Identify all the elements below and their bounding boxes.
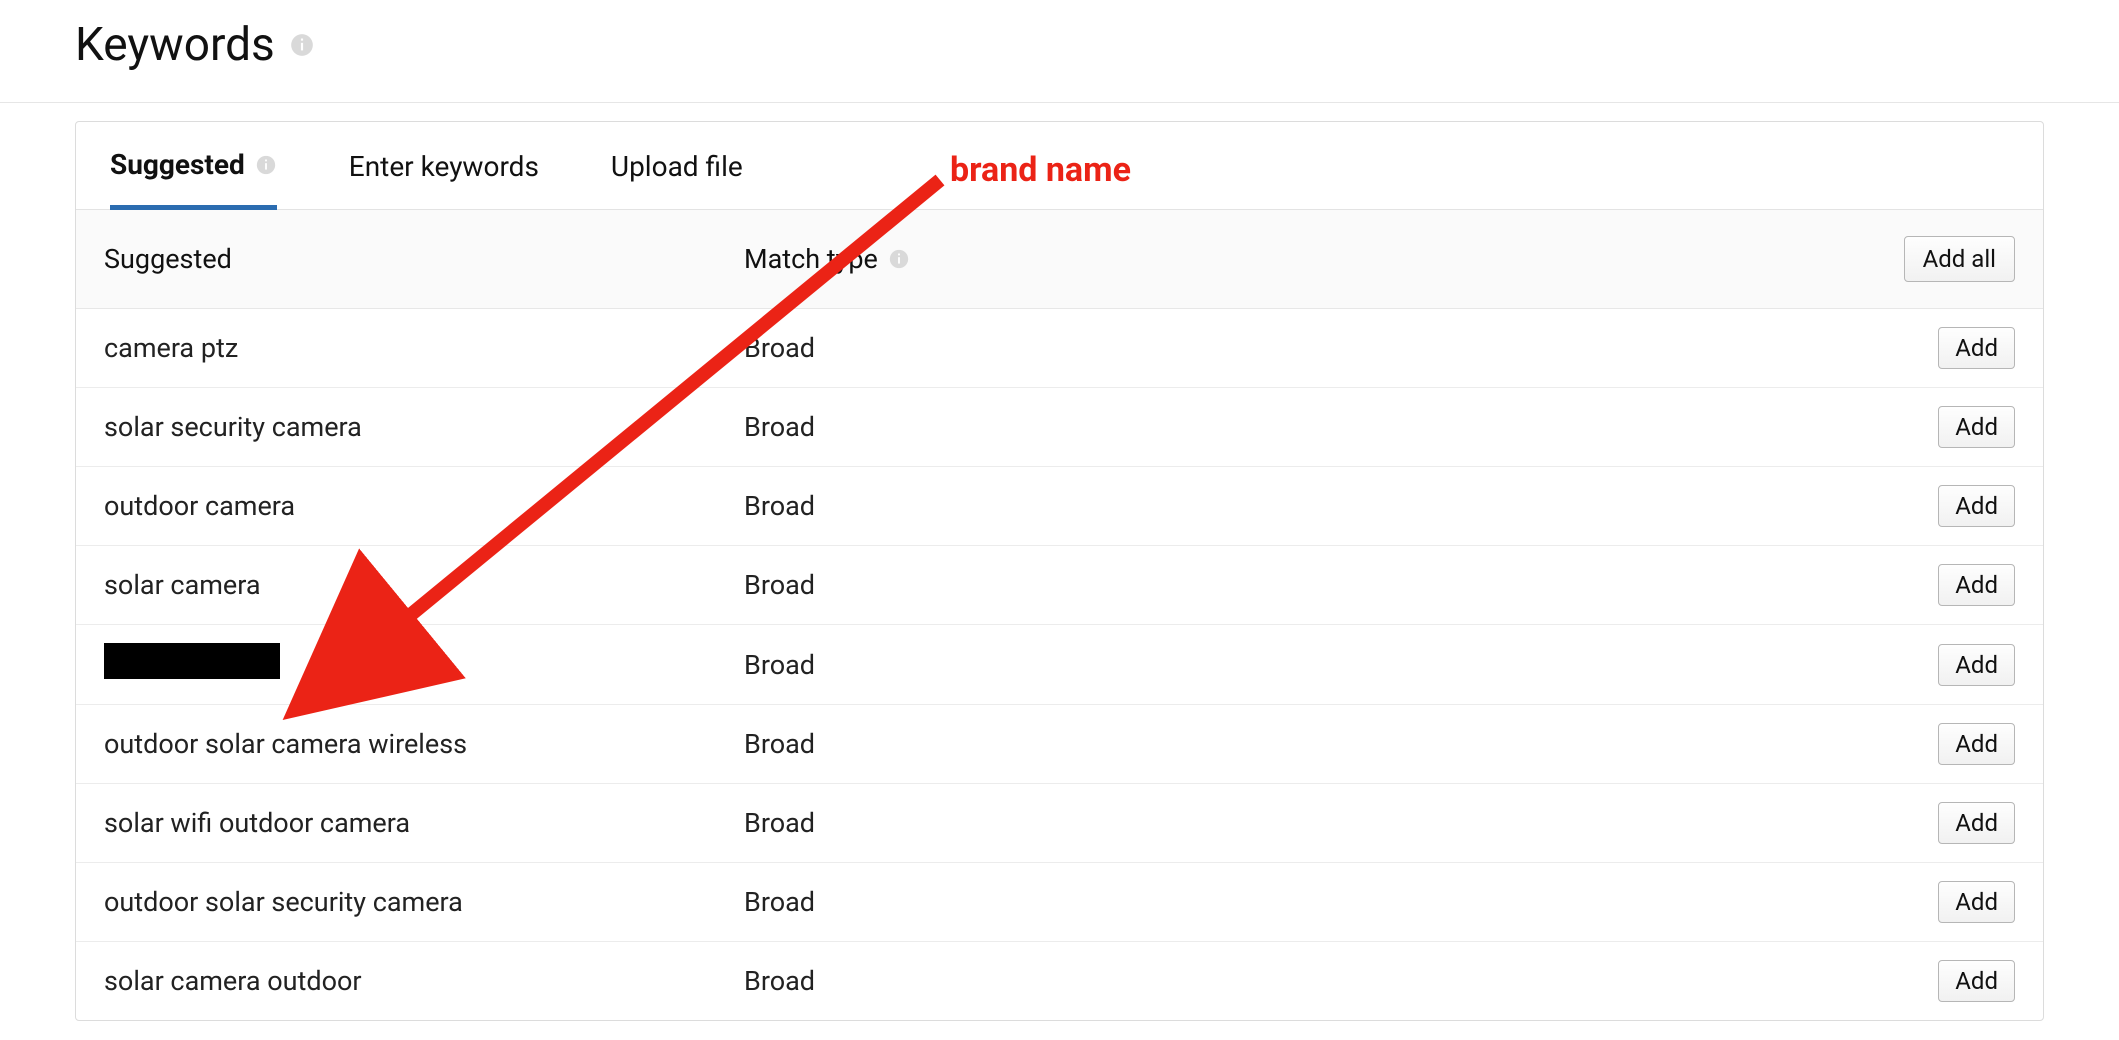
- page-title: Keywords: [75, 18, 275, 72]
- table-row: solar wifi outdoor cameraBroad Add: [76, 784, 2043, 863]
- add-button[interactable]: Add: [1938, 564, 2015, 606]
- keyword-cell: outdoor solar camera wireless: [104, 728, 744, 760]
- keyword-cell: solar security camera: [104, 411, 744, 443]
- action-cell: Add: [1875, 802, 2015, 844]
- match-type-cell: Broad: [744, 411, 1875, 443]
- table-row: solar camera outdoorBroad Add: [76, 942, 2043, 1020]
- tab-label: Enter keywords: [349, 150, 539, 183]
- add-button[interactable]: Add: [1938, 960, 2015, 1002]
- action-cell: Add: [1875, 644, 2015, 686]
- tab-label: Upload file: [611, 150, 743, 183]
- column-header-match-type-label: Match type: [744, 243, 878, 275]
- action-cell: Add: [1875, 485, 2015, 527]
- keyword-cell: [104, 643, 744, 686]
- column-header-suggested: Suggested: [104, 243, 744, 275]
- column-header-match-type: Match type: [744, 243, 1875, 275]
- add-button[interactable]: Add: [1938, 881, 2015, 923]
- add-button[interactable]: Add: [1938, 723, 2015, 765]
- tab-suggested[interactable]: Suggested: [110, 148, 277, 210]
- tab-upload-file[interactable]: Upload file: [611, 150, 743, 207]
- table-row: outdoor cameraBroad Add: [76, 467, 2043, 546]
- table-row: solar cameraBroad Add: [76, 546, 2043, 625]
- action-cell: Add: [1875, 564, 2015, 606]
- info-icon[interactable]: [888, 248, 910, 270]
- keyword-cell: outdoor camera: [104, 490, 744, 522]
- column-header-action: Add all: [1875, 236, 2015, 282]
- info-icon[interactable]: [255, 154, 277, 176]
- add-all-button[interactable]: Add all: [1904, 236, 2015, 282]
- add-button[interactable]: Add: [1938, 644, 2015, 686]
- tab-label: Suggested: [110, 148, 245, 181]
- action-cell: Add: [1875, 327, 2015, 369]
- match-type-cell: Broad: [744, 569, 1875, 601]
- keyword-cell: solar wifi outdoor camera: [104, 807, 744, 839]
- action-cell: Add: [1875, 723, 2015, 765]
- keyword-cell: solar camera: [104, 569, 744, 601]
- add-button[interactable]: Add: [1938, 406, 2015, 448]
- table-row: solar security cameraBroad Add: [76, 388, 2043, 467]
- match-type-cell: Broad: [744, 965, 1875, 997]
- keyword-cell: outdoor solar security camera: [104, 886, 744, 918]
- add-button[interactable]: Add: [1938, 327, 2015, 369]
- keyword-cell: solar camera outdoor: [104, 965, 744, 997]
- tab-enter-keywords[interactable]: Enter keywords: [349, 150, 539, 207]
- keywords-panel: Suggested Enter keywords Upload file Sug…: [75, 121, 2044, 1021]
- add-button[interactable]: Add: [1938, 802, 2015, 844]
- table-row: camera ptzBroad Add: [76, 309, 2043, 388]
- match-type-cell: Broad: [744, 886, 1875, 918]
- section-header: Keywords: [0, 0, 2119, 103]
- match-type-cell: Broad: [744, 728, 1875, 760]
- match-type-cell: Broad: [744, 807, 1875, 839]
- table-body: camera ptzBroadAddsolar security cameraB…: [76, 309, 2043, 1020]
- add-button[interactable]: Add: [1938, 485, 2015, 527]
- table-row: outdoor solar security cameraBroad Add: [76, 863, 2043, 942]
- action-cell: Add: [1875, 960, 2015, 1002]
- table-header: Suggested Match type Add all: [76, 210, 2043, 309]
- action-cell: Add: [1875, 881, 2015, 923]
- redacted-brand-name: [104, 643, 280, 679]
- action-cell: Add: [1875, 406, 2015, 448]
- page-root: Keywords Suggested Enter keywords Upload…: [0, 0, 2119, 1040]
- table-row: outdoor solar camera wirelessBroad Add: [76, 705, 2043, 784]
- match-type-cell: Broad: [744, 649, 1875, 681]
- tabs: Suggested Enter keywords Upload file: [76, 122, 2043, 210]
- match-type-cell: Broad: [744, 332, 1875, 364]
- match-type-cell: Broad: [744, 490, 1875, 522]
- keyword-cell: camera ptz: [104, 332, 744, 364]
- info-icon[interactable]: [289, 32, 315, 58]
- table-row: Broad Add: [76, 625, 2043, 705]
